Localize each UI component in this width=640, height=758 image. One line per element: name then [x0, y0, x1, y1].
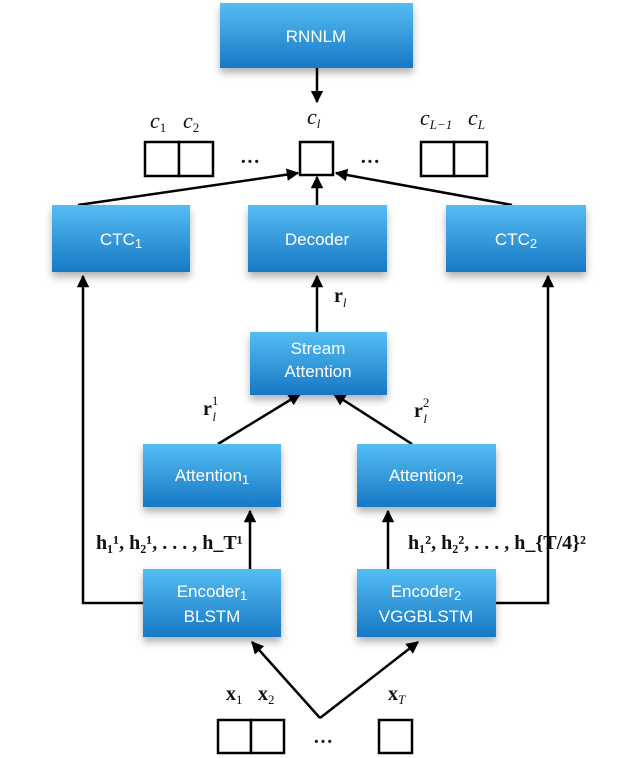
ellipsis-inputs: ···: [313, 731, 333, 753]
label-cL: c: [468, 105, 478, 130]
arrow-ctc1-to-cl: [77, 168, 300, 207]
cell-xT: [377, 718, 414, 755]
svg-text:Attention1: Attention1: [175, 466, 249, 487]
rnnlm-box: RNNLM: [220, 3, 413, 68]
cell-cl: [298, 140, 335, 177]
cell-c1: [143, 140, 181, 178]
encoder2-type: VGGBLSTM: [379, 607, 473, 626]
decoder-box: Decoder: [248, 205, 387, 272]
svg-text:cL: cL: [468, 105, 485, 132]
sup-rl2: 2: [423, 395, 430, 410]
svg-text:x2: x2: [258, 683, 275, 707]
arrow-input-to-enc1: [251, 641, 321, 719]
decoder-label: Decoder: [285, 230, 350, 249]
encoder2-box: Encoder2 VGGBLSTM: [357, 569, 496, 637]
ctc1-box: CTC1: [52, 205, 190, 272]
sub-cl: l: [317, 116, 321, 131]
encoder2-subscript: 2: [454, 588, 461, 603]
sub-x2: 2: [268, 692, 275, 707]
label-x1: x: [226, 683, 236, 705]
sup-rl1: 1: [212, 393, 219, 408]
svg-text:c1: c1: [150, 108, 166, 135]
sub-c2: 2: [193, 120, 200, 135]
arrow-att1-to-stream: [217, 392, 302, 446]
cell-c2: [177, 140, 215, 178]
svg-text:Encoder1: Encoder1: [177, 582, 248, 603]
arrow-att2-to-stream: [332, 392, 413, 446]
label-rl2: r: [414, 400, 423, 422]
output-sequence: ··· ··· c1 c2 cl cL−1 cL: [143, 104, 489, 178]
attention1-label: Attention: [175, 466, 242, 485]
cell-cL: [452, 140, 489, 178]
label-c2: c: [183, 108, 193, 133]
diagram: RNNLM CTC1 Decoder CTC2 StreamAttention …: [52, 3, 586, 755]
label-cl: c: [307, 104, 317, 129]
sub-rl2: l: [423, 411, 427, 426]
encoder1-box: Encoder1 BLSTM: [143, 569, 281, 637]
ctc1-subscript: 1: [135, 236, 142, 251]
stream-attention-box: Stream Attention: [250, 332, 387, 395]
ellipsis-left: ···: [240, 151, 260, 173]
sub-rl: l: [343, 295, 347, 310]
ctc1-label: CTC: [100, 230, 135, 249]
encoder1-subscript: 1: [240, 588, 247, 603]
attention2-box: Attention2: [357, 444, 496, 507]
ctc2-label: CTC: [495, 230, 530, 249]
sub-c1: 1: [160, 120, 167, 135]
label-rl: r: [334, 285, 343, 307]
encoder2-hidden-states: h₁², h₂², . . . , h_{T/4}²: [408, 532, 586, 554]
encoder1-type: BLSTM: [184, 607, 241, 626]
label-x2: x: [258, 683, 268, 705]
svg-text:r1l: r1 l: [203, 393, 218, 424]
attention2-subscript: 2: [456, 472, 463, 487]
encoder2-label: Encoder: [391, 582, 455, 601]
ctc2-box: CTC2: [446, 205, 586, 272]
svg-text:x1: x1: [226, 683, 243, 707]
ctc2-subscript: 2: [530, 236, 537, 251]
ellipsis-right: ···: [360, 151, 380, 173]
sub-rl1: l: [212, 409, 216, 424]
svg-text:rl: rl: [334, 285, 347, 310]
stream-attention-label-2: Attention: [284, 362, 351, 381]
svg-text:xT: xT: [388, 683, 406, 707]
sub-cL1: L−1: [429, 117, 453, 132]
stream-attention-label-1: Stream: [291, 339, 346, 358]
svg-text:cl: cl: [307, 104, 321, 131]
label-cL1: c: [420, 105, 430, 130]
svg-text:Attention2: Attention2: [389, 466, 463, 487]
sub-cL: L: [477, 117, 485, 132]
input-sequence: ··· x1 x2 xT: [216, 683, 414, 755]
attention2-label: Attention: [389, 466, 456, 485]
encoder1-label: Encoder: [177, 582, 241, 601]
cell-cL1: [419, 140, 456, 178]
encoder1-hidden-states: h₁¹, h₂¹, . . . , h_T¹: [96, 532, 243, 554]
arrow-ctc2-to-cl: [334, 168, 513, 207]
label-rl1: r: [203, 398, 212, 420]
label-c1: c: [150, 108, 160, 133]
svg-text:cL−1: cL−1: [420, 105, 452, 132]
svg-text:Encoder2: Encoder2: [391, 582, 462, 603]
label-xT: x: [388, 683, 398, 705]
sub-xT: T: [398, 692, 406, 707]
rnnlm-label: RNNLM: [286, 27, 346, 46]
sub-x1: 1: [236, 692, 243, 707]
attention1-subscript: 1: [242, 472, 249, 487]
cell-x2: [249, 718, 286, 755]
svg-text:r2l: r2 l: [414, 395, 429, 426]
attention1-box: Attention1: [143, 444, 281, 507]
svg-text:c2: c2: [183, 108, 199, 135]
cell-x1: [216, 718, 253, 755]
